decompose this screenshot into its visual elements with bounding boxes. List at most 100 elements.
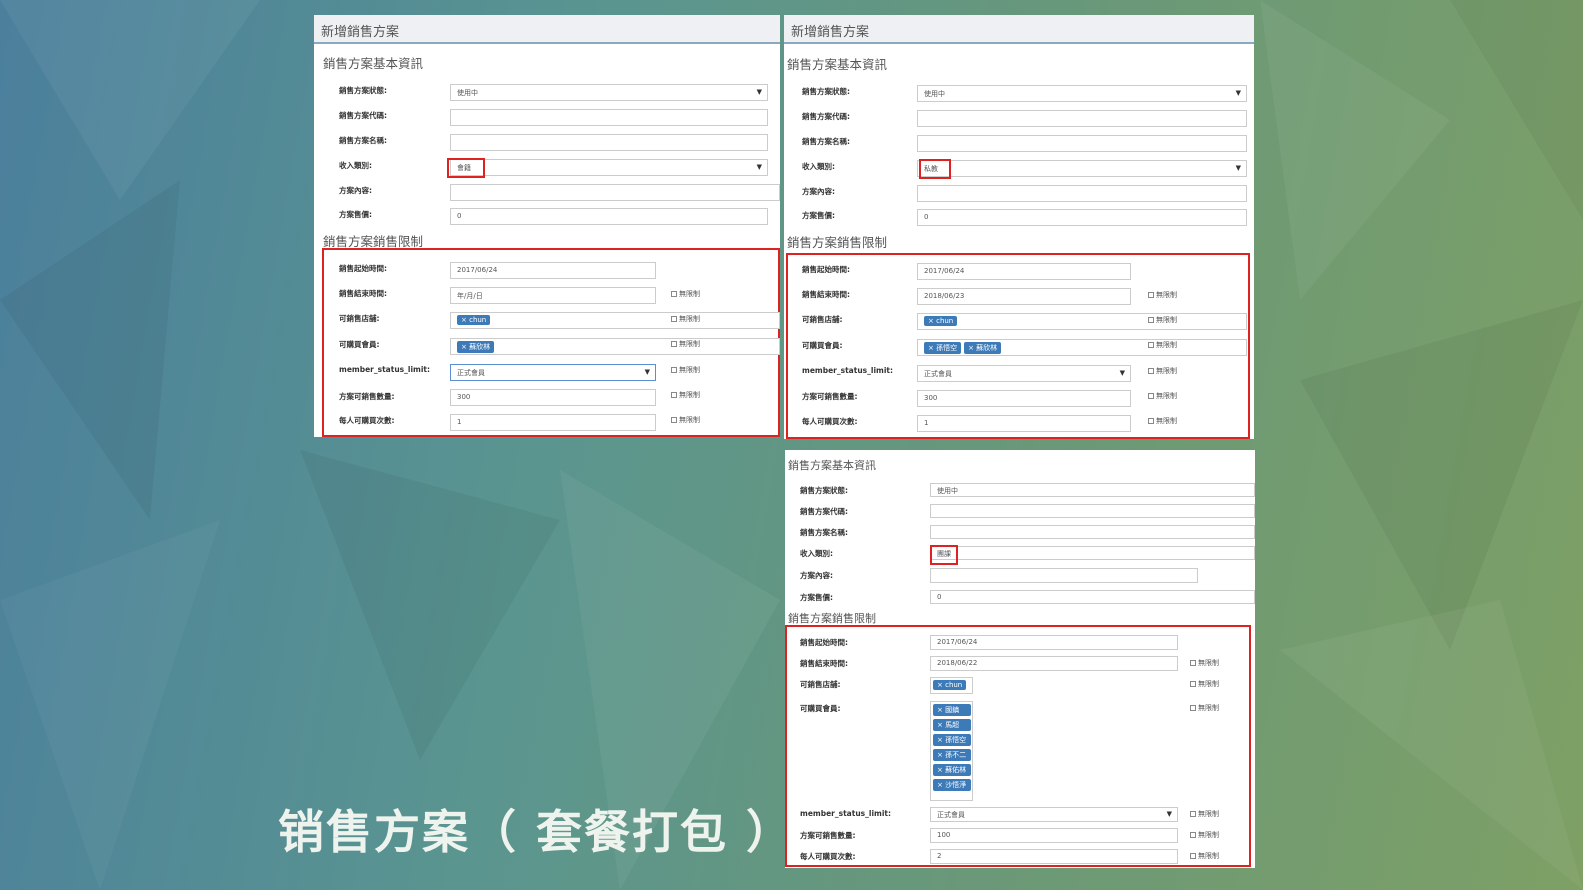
unlimited-checkbox[interactable]: 無限制 (1190, 658, 1219, 668)
member-tag[interactable]: × 沙悟淨 (933, 779, 971, 791)
highlight-box (447, 158, 485, 178)
unlimited-checkbox[interactable]: 無限制 (671, 339, 700, 349)
store-tags[interactable]: × chun (450, 312, 780, 329)
label-price: 方案售價: (802, 211, 835, 220)
member-tag[interactable]: × 孫悟空 (933, 734, 971, 746)
chevron-down-icon: ▼ (1119, 369, 1125, 377)
name-input[interactable] (930, 525, 1255, 539)
label-price: 方案售價: (800, 593, 833, 602)
qty-input[interactable]: 300 (450, 389, 656, 406)
section-title-limit: 銷售方案銷售限制 (787, 235, 888, 250)
label-per: 每人可購買次數: (800, 852, 856, 861)
per-person-input[interactable]: 1 (450, 414, 656, 431)
unlimited-checkbox[interactable]: 無限制 (1190, 703, 1219, 713)
label-income: 收入類別: (339, 161, 372, 170)
price-input[interactable]: 0 (450, 208, 768, 225)
start-date-input[interactable]: 2017/06/24 (917, 263, 1131, 280)
section-title-basic: 銷售方案基本資訊 (787, 57, 888, 72)
label-status: 銷售方案狀態: (339, 86, 387, 95)
chevron-down-icon: ▼ (644, 368, 650, 376)
content-input[interactable] (930, 568, 1198, 583)
member-tag[interactable]: × 蘇欣林 (964, 342, 1002, 354)
label-end: 銷售結束時間: (339, 289, 387, 298)
label-msl: member_status_limit: (802, 366, 893, 375)
unlimited-checkbox[interactable]: 無限制 (1190, 830, 1219, 840)
member-tag[interactable]: × 馬超 (933, 719, 971, 731)
chevron-down-icon: ▼ (1166, 810, 1172, 818)
name-input[interactable] (450, 134, 768, 151)
member-tag[interactable]: × 孫悟空 (924, 342, 962, 354)
income-select[interactable]: 會籍 ▼ (450, 159, 768, 176)
label-price: 方案售價: (339, 210, 372, 219)
end-date-input[interactable]: 2018/06/22 (930, 656, 1178, 671)
member-tag[interactable]: × 孫不二 (933, 749, 971, 761)
label-income: 收入類別: (802, 162, 835, 171)
unlimited-checkbox[interactable]: 無限制 (1148, 315, 1177, 325)
label-msl: member_status_limit: (800, 809, 891, 818)
qty-input[interactable]: 300 (917, 390, 1131, 407)
member-status-select[interactable]: 正式會員 ▼ (917, 365, 1131, 382)
label-store: 可銷售店舖: (339, 314, 380, 323)
member-tags[interactable]: × 蘇欣林 (450, 338, 780, 355)
unlimited-checkbox[interactable]: 無限制 (1190, 851, 1219, 861)
store-tag[interactable]: × chun (924, 316, 958, 326)
slide-caption: 销售方案（ 套餐打包 ） (278, 805, 795, 859)
label-code: 銷售方案代碼: (339, 111, 387, 120)
store-tag[interactable]: × chun (933, 680, 967, 690)
member-tag[interactable]: × 蘇佑林 (933, 764, 971, 776)
section-title-basic: 銷售方案基本資訊 (323, 56, 424, 71)
unlimited-checkbox[interactable]: 無限制 (671, 314, 700, 324)
unlimited-checkbox[interactable]: 無限制 (1148, 340, 1177, 350)
price-input[interactable]: 0 (930, 590, 1255, 604)
unlimited-checkbox[interactable]: 無限制 (671, 415, 700, 425)
income-select[interactable]: 團課 (930, 546, 1255, 560)
unlimited-checkbox[interactable]: 無限制 (1148, 416, 1177, 426)
code-input[interactable] (450, 109, 768, 126)
label-code: 銷售方案代碼: (800, 507, 848, 516)
content-input[interactable] (917, 185, 1247, 202)
label-end: 銷售結束時間: (800, 659, 848, 668)
store-tags[interactable]: × chun (917, 313, 1247, 330)
member-status-select[interactable]: 正式會員 ▼ (930, 807, 1178, 822)
label-member: 可購買會員: (800, 704, 841, 713)
highlight-box (919, 159, 951, 179)
unlimited-checkbox[interactable]: 無限制 (671, 289, 700, 299)
status-select[interactable]: 使用中 ▼ (917, 85, 1247, 102)
store-tag[interactable]: × chun (457, 315, 491, 325)
member-tag[interactable]: × 國鎮 (933, 704, 971, 716)
start-date-input[interactable]: 2017/06/24 (450, 262, 656, 279)
unlimited-checkbox[interactable]: 無限制 (1148, 391, 1177, 401)
start-date-input[interactable]: 2017/06/24 (930, 635, 1178, 650)
unlimited-checkbox[interactable]: 無限制 (671, 365, 700, 375)
content-input[interactable] (450, 184, 780, 201)
member-tags[interactable]: × 國鎮 × 馬超 × 孫悟空 × 孫不二 × 蘇佑林 × 沙悟淨 (930, 701, 973, 801)
name-input[interactable] (917, 135, 1247, 152)
member-status-select[interactable]: 正式會員 ▼ (450, 364, 656, 381)
price-input[interactable]: 0 (917, 209, 1247, 226)
section-title-basic: 銷售方案基本資訊 (788, 459, 876, 472)
status-select[interactable]: 使用中 ▼ (450, 84, 768, 101)
label-code: 銷售方案代碼: (802, 112, 850, 121)
qty-input[interactable]: 100 (930, 828, 1178, 843)
unlimited-checkbox[interactable]: 無限制 (671, 390, 700, 400)
per-person-input[interactable]: 2 (930, 849, 1178, 864)
status-select[interactable]: 使用中 (930, 483, 1255, 497)
label-status: 銷售方案狀態: (800, 486, 848, 495)
income-select[interactable]: 私教 ▼ (917, 160, 1247, 177)
panel-title: 新增銷售方案 (314, 15, 780, 44)
per-person-input[interactable]: 1 (917, 415, 1131, 432)
member-tag[interactable]: × 蘇欣林 (457, 341, 495, 353)
highlight-box (930, 545, 958, 565)
end-date-input[interactable]: 年/月/日 (450, 287, 656, 304)
store-tags[interactable]: × chun (930, 677, 973, 694)
chevron-down-icon: ▼ (1235, 89, 1241, 97)
unlimited-checkbox[interactable]: 無限制 (1148, 366, 1177, 376)
unlimited-checkbox[interactable]: 無限制 (1190, 809, 1219, 819)
label-per: 每人可購買次數: (802, 417, 858, 426)
end-date-input[interactable]: 2018/06/23 (917, 288, 1131, 305)
unlimited-checkbox[interactable]: 無限制 (1148, 290, 1177, 300)
code-input[interactable] (917, 110, 1247, 127)
member-tags[interactable]: × 孫悟空 × 蘇欣林 (917, 339, 1247, 356)
unlimited-checkbox[interactable]: 無限制 (1190, 679, 1219, 689)
code-input[interactable] (930, 504, 1255, 518)
